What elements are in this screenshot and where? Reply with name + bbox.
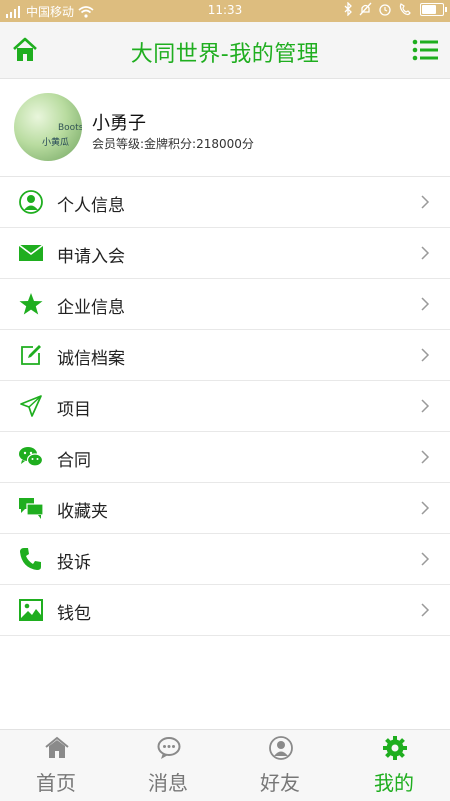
user-icon <box>19 190 43 214</box>
app-header: 大同世界-我的管理 <box>0 22 450 79</box>
menu-item-label: 合同 <box>57 451 91 471</box>
star-icon <box>19 293 43 315</box>
tab-home[interactable]: 首页 <box>0 730 112 801</box>
bottom-tab-bar: 首页 消息 好友 我的 <box>0 729 450 801</box>
menu-item-personal-info[interactable]: 个人信息 <box>0 177 450 228</box>
message-icon <box>157 737 181 759</box>
edit-icon <box>21 345 41 365</box>
menu-item-favorites[interactable]: 收藏夹 <box>0 483 450 534</box>
menu-item-label: 项目 <box>57 400 91 420</box>
menu-item-apply-membership[interactable]: 申请入会 <box>0 228 450 279</box>
call-icon <box>399 3 411 16</box>
menu-item-wallet[interactable]: 钱包 <box>0 585 450 636</box>
home-icon[interactable] <box>12 37 38 63</box>
avatar-text-1: Boots <box>58 123 82 133</box>
chevron-right-icon <box>421 297 430 311</box>
chevron-right-icon <box>421 501 430 515</box>
menu-item-label: 钱包 <box>57 604 91 624</box>
gear-icon <box>383 736 407 760</box>
profile-name: 小勇子 <box>92 113 146 134</box>
avatar[interactable]: Boots 小黄瓜 <box>14 93 82 161</box>
menu-item-label: 收藏夹 <box>57 502 108 522</box>
battery-fill <box>422 4 436 14</box>
bluetooth-icon <box>344 2 352 16</box>
menu-item-label: 投诉 <box>57 553 91 573</box>
status-bar: 中国移动 11:33 <box>0 0 450 22</box>
list-menu-icon[interactable] <box>412 39 438 61</box>
chat-bubbles-icon <box>19 498 43 519</box>
tab-label: 我的 <box>374 771 414 795</box>
alarm-icon <box>379 4 391 16</box>
profile-card[interactable]: Boots 小黄瓜 小勇子 会员等级:金牌积分:218000分 <box>0 79 450 177</box>
tab-label: 首页 <box>36 771 76 795</box>
member-level: 会员等级:金牌积分:218000分 <box>92 137 254 151</box>
tab-mine[interactable]: 我的 <box>338 730 450 801</box>
send-icon <box>20 395 42 417</box>
page-title: 大同世界-我的管理 <box>130 42 320 67</box>
menu-item-contract[interactable]: 合同 <box>0 432 450 483</box>
envelope-icon <box>19 244 43 261</box>
friend-icon <box>269 736 293 760</box>
tab-friends[interactable]: 好友 <box>224 730 336 801</box>
wechat-icon <box>19 447 43 467</box>
chevron-right-icon <box>421 399 430 413</box>
tab-label: 消息 <box>148 771 188 795</box>
chevron-right-icon <box>421 246 430 260</box>
tab-label: 好友 <box>260 771 300 795</box>
mute-bell-icon <box>359 2 372 16</box>
chevron-right-icon <box>421 603 430 617</box>
menu-list: 个人信息 申请入会 企业信息 诚信档案 项目 合同 收藏夹 投诉 钱包 <box>0 177 450 636</box>
menu-item-label: 申请入会 <box>57 247 125 267</box>
tab-messages[interactable]: 消息 <box>112 730 224 801</box>
menu-item-complaint[interactable]: 投诉 <box>0 534 450 585</box>
status-right <box>343 2 447 16</box>
menu-item-company-info[interactable]: 企业信息 <box>0 279 450 330</box>
chevron-right-icon <box>421 348 430 362</box>
image-icon <box>19 599 43 621</box>
menu-item-label: 诚信档案 <box>57 349 125 369</box>
chevron-right-icon <box>421 450 430 464</box>
battery-icon <box>420 2 447 16</box>
chevron-right-icon <box>421 195 430 209</box>
home-icon <box>45 736 69 758</box>
chevron-right-icon <box>421 552 430 566</box>
menu-item-projects[interactable]: 项目 <box>0 381 450 432</box>
menu-item-credit-file[interactable]: 诚信档案 <box>0 330 450 381</box>
menu-item-label: 个人信息 <box>57 196 125 216</box>
avatar-text-2: 小黄瓜 <box>42 138 70 148</box>
phone-icon <box>20 548 41 570</box>
menu-item-label: 企业信息 <box>57 298 125 318</box>
